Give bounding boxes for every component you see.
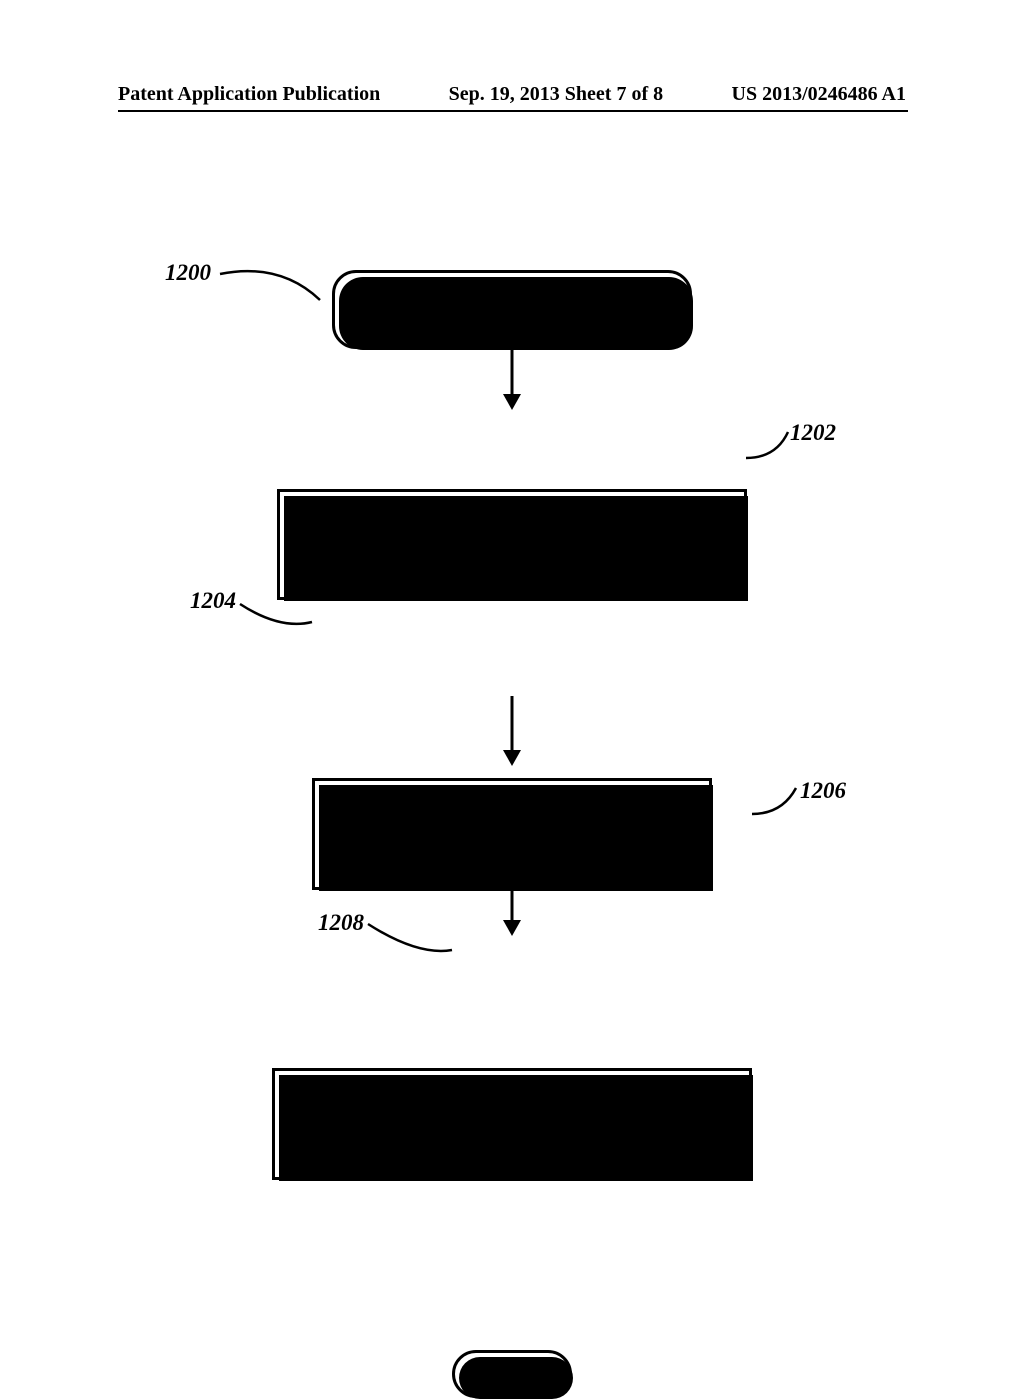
ref-1202: 1202 [790,420,836,446]
header-center: Sep. 19, 2013 Sheet 7 of 8 [449,83,663,106]
terminal-start: PROCESS NON-CONTIGUOUS ALLOCATION SUB-RO… [332,270,692,349]
terminal-start-text: PROCESS NON-CONTIGUOUS ALLOCATION SUB-RO… [368,284,657,334]
arrow-2-head [503,572,521,588]
arrow-4-head [503,920,521,936]
lead-1208 [368,920,408,950]
arrow-3-head [503,750,521,766]
lead-1206 [752,786,792,816]
lead-1204 [240,600,280,630]
flowchart: PROCESS NON-CONTIGUOUS ALLOCATION SUB-RO… [0,270,1024,732]
figure-caption: Fig.12. [450,1085,574,1133]
ref-1208: 1208 [318,910,364,936]
arrow-1-head [503,394,521,410]
terminal-end-text: END [490,1362,534,1386]
header-right: US 2013/0246486 A1 [732,83,906,106]
ref-1204: 1204 [190,588,236,614]
arrow-1-line [511,344,514,394]
lead-1200 [220,270,260,300]
arrow-2-line [511,518,514,572]
header-rule [118,110,908,112]
arrow-4-line [511,874,514,920]
terminal-end: END [452,1350,572,1398]
lead-1202 [746,430,786,460]
arrow-3-line [511,696,514,750]
page-header: Patent Application Publication Sep. 19, … [0,83,1024,106]
ref-1200: 1200 [165,260,211,286]
header-left: Patent Application Publication [118,83,380,106]
ref-1206: 1206 [800,778,846,804]
